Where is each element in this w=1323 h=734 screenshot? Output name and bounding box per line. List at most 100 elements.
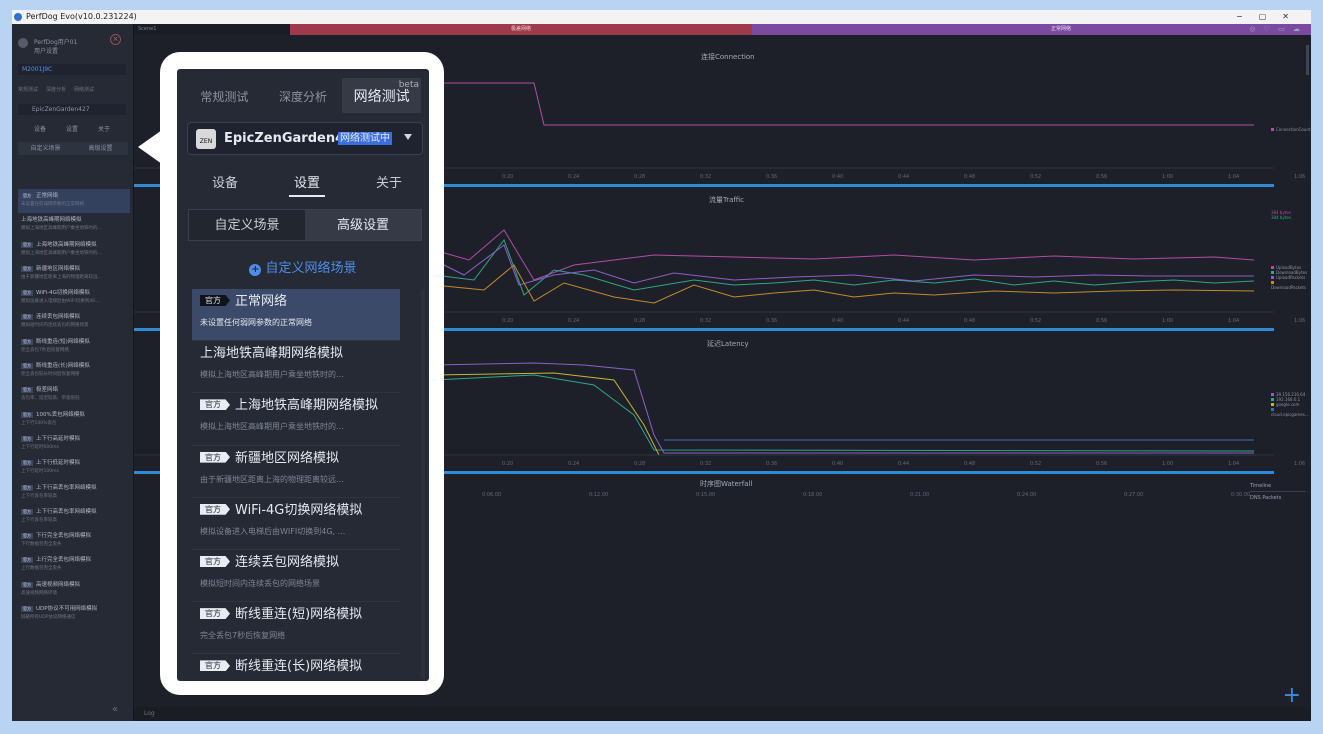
sidebar-scene-name: 100%丢包网络模拟	[36, 411, 85, 418]
timeline-label: Timeline	[1250, 483, 1306, 492]
sidebar-scene-item[interactable]: 官方 高速视频网络模拟 高速视频网络环境	[18, 578, 130, 602]
toolbar-icons[interactable]: ◎ ♡ ▭ ☁	[1249, 24, 1303, 35]
legend-swatch	[1271, 393, 1274, 396]
scene-item[interactable]: 官方 正常网络 未设置任何弱网参数的正常网络	[192, 289, 400, 342]
collapse-icon[interactable]: «	[112, 704, 118, 715]
scene-list-scrollbar[interactable]	[421, 289, 425, 679]
tab-custom-scene[interactable]: 自定义场景	[189, 210, 305, 240]
scene-item[interactable]: 官方 连续丢包网络模拟 模拟短时间内连续丢包的网络场景	[192, 550, 400, 603]
sidebar-scene-name: 上下行低延时模拟	[36, 460, 81, 467]
sidebar-scene-item[interactable]: 官方 连续丢包网络模拟 模拟短时间内连续丢包的网络场景	[18, 310, 130, 334]
tick-label: 0:52	[1030, 461, 1042, 467]
tab-device[interactable]: 设备	[34, 124, 46, 133]
tick-label: 0:32	[700, 174, 712, 180]
scene-item[interactable]: 官方 WiFi-4G切换网络模拟 模拟设备进入电梯后由WIFI切换到4G, ...	[192, 498, 400, 550]
stop-icon[interactable]: ×	[110, 34, 121, 45]
tick-label: 0:36	[766, 174, 778, 180]
tab-network-test[interactable]: 网络测试 beta	[342, 78, 422, 113]
scene-list: 官方 正常网络 未设置任何弱网参数的正常网络 上海地铁高峰期网络模拟 模拟上海地区高峰期…	[192, 289, 400, 681]
scene-item[interactable]: 官方 上海地铁高峰期网络模拟 模拟上海地区高峰期用户乘坐地铁时的...	[192, 393, 400, 446]
tick-label: 1:06	[1294, 318, 1306, 324]
add-custom-scene-button[interactable]: + 自定义网络场景	[177, 257, 429, 276]
sidebar-scene-item[interactable]: 官方 上下行低延时模拟 上下行延时100ms	[18, 456, 130, 480]
tab-advanced[interactable]: 高级设置	[73, 142, 128, 155]
official-tag: 官方	[200, 451, 230, 463]
tab-deep-analysis[interactable]: 深度分析	[264, 78, 343, 113]
tab-settings[interactable]: 设置	[66, 124, 78, 133]
window-title: PerfDog Evo(v10.0.231224)	[26, 12, 137, 21]
sidebar-scene-item[interactable]: 官方 上下行高丢包率网络模拟 上下行丢包率较高	[18, 505, 130, 529]
legend-swatch	[1271, 276, 1274, 279]
sidebar-scene-name: 上海地铁高峰期网络模拟	[21, 217, 82, 224]
traffic-packets-line	[433, 244, 1254, 286]
tick-label: 0:36	[766, 461, 778, 467]
user-info[interactable]: PerfDog用户01 用户设置	[18, 38, 77, 56]
sidebar-scene-name: 正常网络	[36, 193, 59, 199]
scene-item[interactable]: 官方 断线重连(长)网络模拟	[192, 654, 400, 681]
sidebar-scene-name: 新疆地区网络模拟	[36, 265, 81, 272]
sidebar-scene-item[interactable]: 官方 正常网络 未设置任何弱网参数的正常网络	[18, 189, 130, 214]
tick-label: 0:32	[700, 461, 712, 467]
tick-label: 0:18.00	[803, 492, 823, 498]
sidebar-scene-desc: 上行数据包完全丢失	[21, 566, 62, 572]
charts-scrollbar[interactable]	[1306, 45, 1309, 75]
sidebar-scene-item[interactable]: 官方 上海地铁高峰期网络模拟 模拟上海地区高峰期用户乘坐地铁时的...	[18, 238, 130, 262]
scene-item-title: 上海地铁高峰期网络模拟	[200, 346, 344, 362]
device-select[interactable]: M2001J9C	[18, 64, 126, 75]
sidebar-scene-item[interactable]: 官方 100%丢包网络模拟 上下行100%丢包	[18, 408, 130, 432]
sidebar-scene-desc: 上下行丢包率较高	[21, 517, 57, 523]
avatar[interactable]	[18, 38, 28, 48]
window-controls[interactable]: −▢✕	[1236, 10, 1305, 24]
tab-about[interactable]: 关于	[98, 124, 110, 133]
app-select[interactable]: EpicZenGarden427	[18, 104, 126, 115]
sidebar-scene-item[interactable]: 官方 断线重连(长)网络模拟 完全丢包较长时间后恢复网络	[18, 359, 130, 383]
tab-device[interactable]: 设备	[207, 172, 243, 197]
tick-label: 0:44	[898, 461, 910, 467]
add-icon[interactable]: +	[1283, 685, 1301, 707]
timeline-item[interactable]: DNS Packets	[1250, 495, 1306, 501]
sidebar-scene-item[interactable]: 官方 新疆地区网络模拟 由于新疆地区距离上海的物理距离较远...	[18, 262, 130, 286]
traffic-legend: UploadBytes DownloadBytes UploadPackets …	[1271, 265, 1308, 290]
sidebar-scene-item[interactable]: 官方 WiFi-4G切换网络模拟 模拟设备进入电梯后由WIFI切换到4G...	[18, 286, 130, 310]
tab-deep-analysis[interactable]: 深度分析	[46, 86, 66, 93]
tab-settings[interactable]: 设置	[288, 172, 325, 197]
tick-label: 0:36	[766, 318, 778, 324]
scene-segment-poor[interactable]: 极差网络	[290, 24, 752, 35]
official-tag: 官方	[21, 338, 33, 345]
sidebar-scene-item[interactable]: 官方 上行完全丢包网络模拟 上行数据包完全丢失	[18, 553, 130, 577]
sidebar-scene-name: 上海地铁高峰期网络模拟	[36, 241, 97, 248]
scene-item[interactable]: 官方 断线重连(短)网络模拟 完全丢包7秒后恢复网络	[192, 602, 400, 655]
scene-item[interactable]: 上海地铁高峰期网络模拟 模拟上海地区高峰期用户乘坐地铁时的...	[192, 341, 400, 394]
scene-item-desc: 模拟设备进入电梯后由WIFI切换到4G, ...	[200, 526, 346, 536]
tab-about[interactable]: 关于	[371, 172, 407, 197]
chevron-down-icon[interactable]	[404, 134, 412, 140]
tab-normal-test[interactable]: 常规测试	[18, 86, 38, 93]
sidebar-scene-item[interactable]: 官方 断线重连(短)网络模拟 完全丢包7秒后恢复网络	[18, 335, 130, 359]
tab-custom-scene[interactable]: 自定义场景	[18, 142, 73, 155]
tick-label: 0:27.00	[1124, 492, 1144, 498]
tick-label: 0:24	[568, 461, 580, 467]
sidebar-scene-item[interactable]: 上海地铁高峰期网络模拟 模拟上海地区高峰期用户乘坐地铁时的...	[18, 213, 130, 237]
sidebar-scene-item[interactable]: 官方 UDP协议不可用网络模拟 屏蔽所有UDP协议网络通信	[18, 602, 130, 626]
sidebar-scene-item[interactable]: 官方 下行完全丢包网络模拟 下行数据包完全丢失	[18, 529, 130, 553]
scene-item[interactable]: 官方 新疆地区网络模拟 由于新疆地区距离上海的物理距离较远...	[192, 446, 400, 498]
log-toggle[interactable]: Log	[144, 710, 155, 717]
legend-swatch	[1271, 271, 1274, 274]
tick-label: 1:06	[1294, 174, 1306, 180]
traffic-top-legend: 384 bytes 384 bytes	[1271, 210, 1291, 220]
tick-label: 1:00	[1162, 174, 1174, 180]
tab-network-test[interactable]: 网络测试	[74, 86, 94, 93]
tab-normal-test[interactable]: 常规测试	[185, 78, 264, 113]
log-bar: Log	[134, 707, 1311, 721]
sidebar-scene-item[interactable]: 官方 上下行高延时模拟 上下行延时600ms	[18, 432, 130, 456]
sidebar-scene-item[interactable]: 官方 上下行高丢包率网络模拟 上下行丢包率较高	[18, 481, 130, 505]
tick-label: 0:44	[898, 318, 910, 324]
sidebar-scene-item[interactable]: 官方 极差网络 丢包率、延迟较高、带宽很低	[18, 383, 130, 407]
tab-advanced-settings[interactable]: 高级设置	[305, 210, 421, 240]
app-select[interactable]: ZEN EpicZenGarden427 网络测试中	[187, 122, 423, 155]
tick-label: 1:00	[1162, 318, 1174, 324]
scene-segment-normal[interactable]: 正常网络	[752, 24, 1311, 35]
sidebar-scene-desc: 未设置任何弱网参数的正常网络	[21, 202, 84, 207]
scene-item-desc: 由于新疆地区距离上海的物理距离较远...	[200, 474, 344, 484]
user-settings[interactable]: 用户设置	[34, 47, 77, 56]
